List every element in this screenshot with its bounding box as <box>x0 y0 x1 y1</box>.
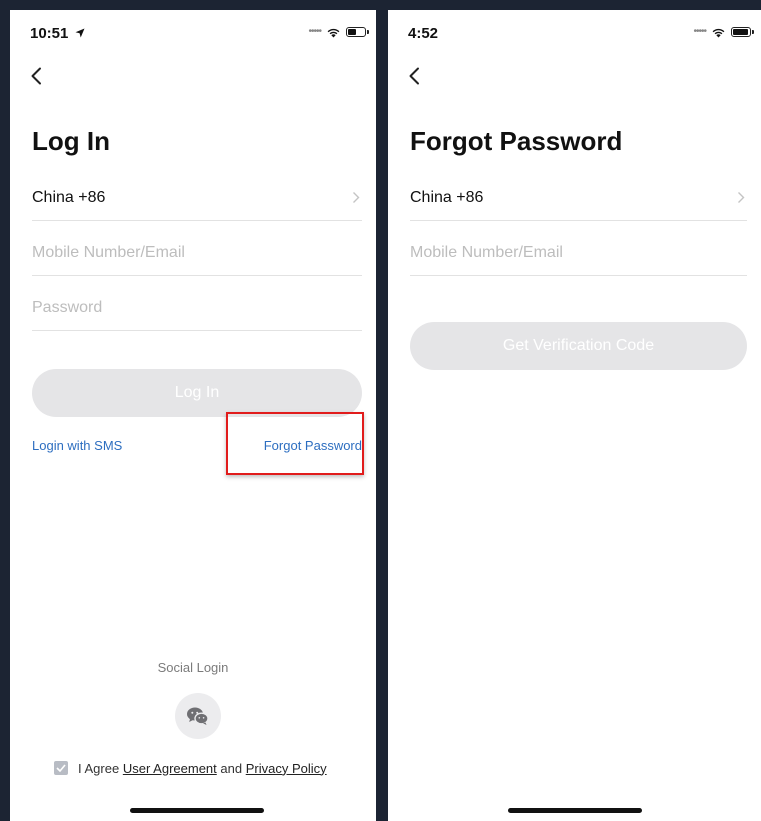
wifi-icon <box>712 28 725 37</box>
chevron-right-icon <box>350 191 362 205</box>
battery-icon <box>346 27 369 37</box>
country-value: China +86 <box>32 188 106 206</box>
user-agreement-link[interactable]: User Agreement <box>123 761 217 776</box>
chevron-left-icon <box>409 67 419 85</box>
agree-checkbox[interactable] <box>54 761 68 775</box>
status-bar: 10:51 ••••• <box>10 10 376 54</box>
wechat-icon <box>187 707 209 725</box>
status-bar: 4:52 ••••• <box>388 10 761 54</box>
highlight-annotation-box <box>226 412 364 475</box>
signal-dots-icon: ••••• <box>308 26 321 37</box>
status-time: 10:51 <box>30 25 85 42</box>
checkmark-icon <box>56 764 66 772</box>
comparison-frame: 10:51 ••••• Log In China +86 Mobile Numb… <box>0 0 761 821</box>
account-field[interactable] <box>32 230 362 276</box>
country-value: China +86 <box>410 188 484 206</box>
status-indicators: ••••• <box>308 25 369 39</box>
battery-icon <box>731 27 754 37</box>
privacy-policy-link[interactable]: Privacy Policy <box>246 761 327 776</box>
back-button[interactable] <box>24 64 48 88</box>
forgot-password-screen: 4:52 ••••• Forgot Password China +86 Mob… <box>388 10 761 821</box>
location-arrow-icon <box>75 28 85 38</box>
home-indicator <box>130 808 264 813</box>
login-screen: 10:51 ••••• Log In China +86 Mobile Numb… <box>10 10 376 821</box>
back-button[interactable] <box>402 64 426 88</box>
signal-dots-icon: ••••• <box>693 26 706 37</box>
status-indicators: ••••• <box>693 25 754 39</box>
country-selector[interactable]: China +86 <box>410 175 747 221</box>
status-time: 4:52 <box>408 25 439 42</box>
home-indicator <box>508 808 642 813</box>
get-verification-code-button[interactable]: Get Verification Code <box>410 322 747 370</box>
account-field[interactable] <box>410 230 747 276</box>
country-selector[interactable]: China +86 <box>32 175 362 221</box>
login-with-sms-link[interactable]: Login with SMS <box>32 438 122 453</box>
account-input[interactable] <box>410 243 747 262</box>
agreement-text: I Agree User Agreement and Privacy Polic… <box>78 760 327 776</box>
page-title: Forgot Password <box>410 126 623 156</box>
password-input[interactable] <box>32 298 362 317</box>
wifi-icon <box>327 28 340 37</box>
chevron-right-icon <box>735 191 747 205</box>
password-field[interactable] <box>32 285 362 331</box>
login-button[interactable]: Log In <box>32 369 362 417</box>
agreement-row: I Agree User Agreement and Privacy Polic… <box>54 760 327 776</box>
social-login-label: Social Login <box>157 660 229 675</box>
page-title: Log In <box>32 126 110 156</box>
chevron-left-icon <box>31 67 41 85</box>
wechat-login-button[interactable] <box>175 693 221 739</box>
account-input[interactable] <box>32 243 362 262</box>
